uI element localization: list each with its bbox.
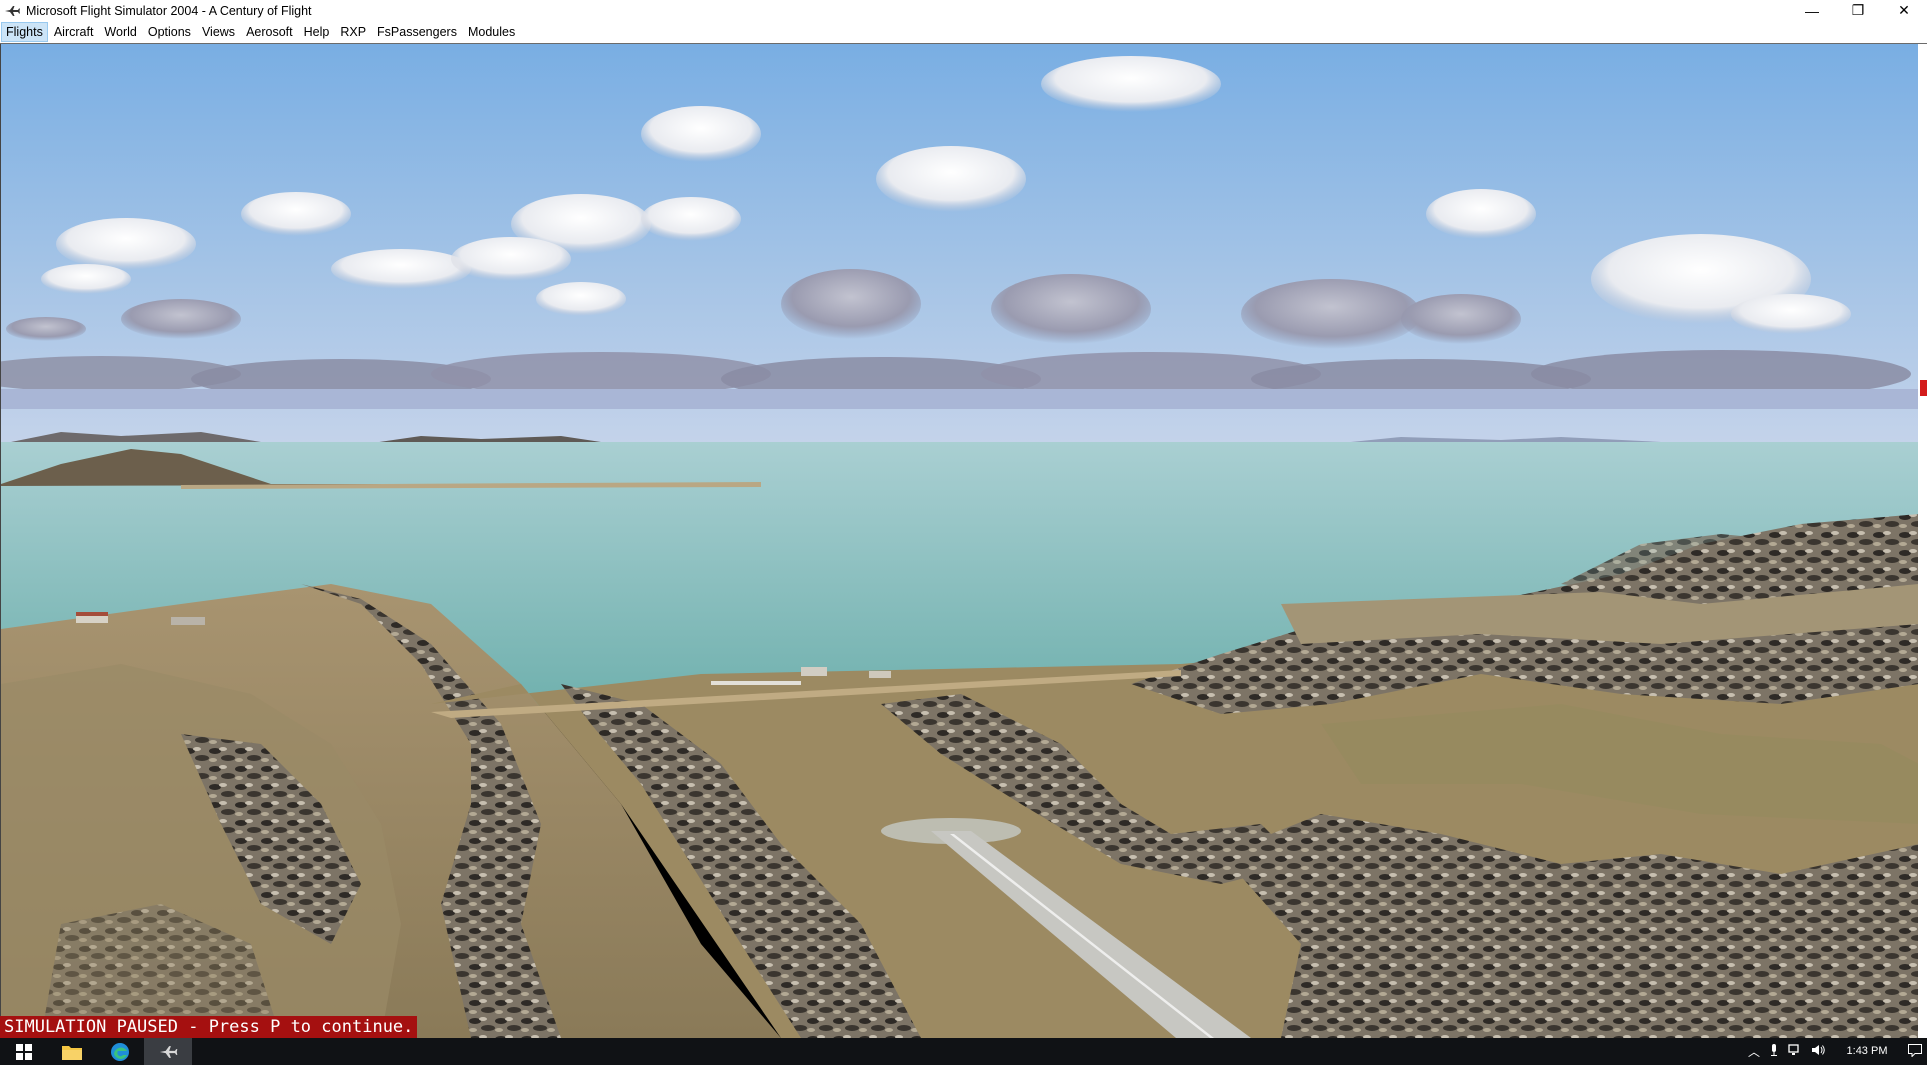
volume-icon[interactable] [1812,1044,1826,1059]
notification-icon[interactable] [1908,1043,1922,1060]
chevron-up-icon[interactable]: ︿ [1748,1043,1760,1060]
menu-flights[interactable]: Flights [1,22,48,42]
folder-icon[interactable] [48,1038,96,1065]
system-tray: ︿ 1:43 PM [1743,1038,1927,1065]
window-controls: — ❐ ✕ [1789,0,1927,21]
menu-fspassengers[interactable]: FsPassengers [372,22,462,42]
window-title: Microsoft Flight Simulator 2004 - A Cent… [26,3,312,18]
taskbar: ︿ 1:43 PM [0,1038,1927,1065]
menu-help[interactable]: Help [299,22,335,42]
sim-viewport[interactable] [0,44,1919,1038]
taskbar-clock[interactable]: 1:43 PM [1831,1045,1903,1058]
menu-rxp[interactable]: RXP [335,22,371,42]
network-icon[interactable] [1788,1044,1802,1059]
menu-aircraft[interactable]: Aircraft [49,22,99,42]
menu-world[interactable]: World [99,22,141,42]
simulation-paused-banner: SIMULATION PAUSED - Press P to continue. [0,1016,418,1038]
microphone-icon[interactable] [1770,1044,1778,1059]
menu-aerosoft[interactable]: Aerosoft [241,22,298,42]
menu-views[interactable]: Views [197,22,240,42]
airplane-icon[interactable] [144,1038,192,1065]
edge-marker [1920,380,1927,396]
windows-start-icon[interactable] [0,1038,48,1065]
title-bar: Microsoft Flight Simulator 2004 - A Cent… [0,0,1927,21]
airplane-icon[interactable] [4,4,22,18]
edge-browser-icon[interactable] [96,1038,144,1065]
menu-bar: Flights Aircraft World Options Views Aer… [0,21,1927,44]
menu-options[interactable]: Options [143,22,196,42]
restore-button[interactable]: ❐ [1835,0,1881,21]
menu-modules[interactable]: Modules [463,22,520,42]
close-button[interactable]: ✕ [1881,0,1927,21]
window-edge [1918,44,1927,1038]
scenery-view [1,44,1919,1038]
minimize-button[interactable]: — [1789,0,1835,21]
